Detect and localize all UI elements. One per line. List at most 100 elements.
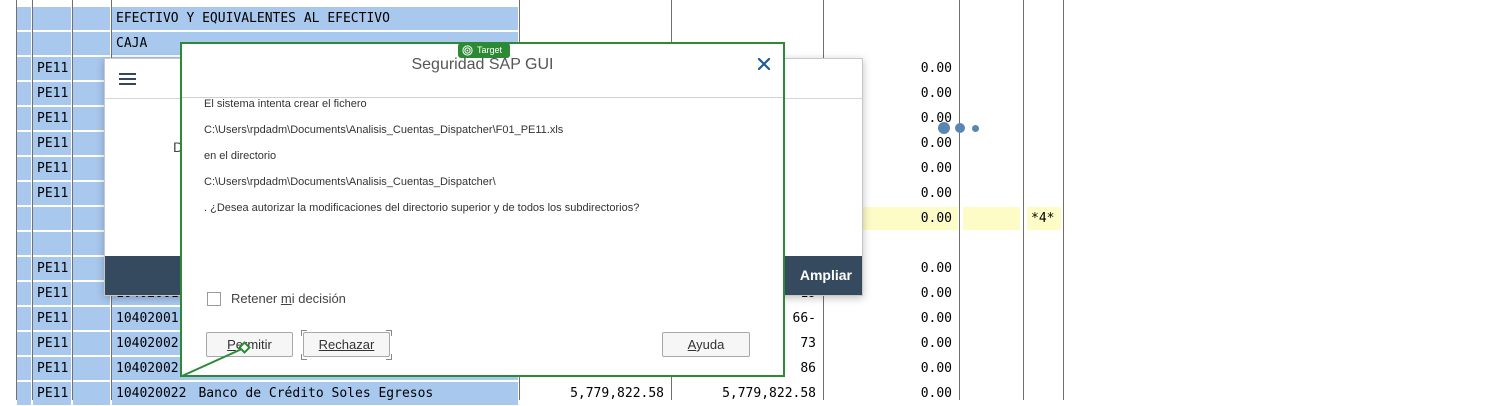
account-text: EFECTIVO Y EQUIVALENTES AL EFECTIVO bbox=[116, 11, 390, 26]
busy-indicator-icon bbox=[938, 122, 982, 134]
empty-cell bbox=[17, 282, 31, 305]
empty-cell bbox=[963, 32, 1020, 55]
empty-cell bbox=[17, 207, 31, 230]
empty-cell bbox=[17, 232, 31, 255]
rechazar-button[interactable]: Rechazar bbox=[303, 332, 390, 357]
empty-cell bbox=[73, 332, 110, 355]
company-code-cell: PE11 bbox=[33, 182, 71, 205]
amount-cell bbox=[824, 32, 958, 55]
empty-cell bbox=[963, 182, 1020, 205]
flag-cell bbox=[1027, 82, 1061, 105]
flag-cell bbox=[1027, 132, 1061, 155]
account-number: 10402002 bbox=[116, 361, 179, 376]
empty-cell bbox=[17, 157, 31, 180]
company-code-cell: PE11 bbox=[33, 157, 71, 180]
ayuda-button[interactable]: Ayuda bbox=[662, 332, 750, 357]
account-number: 104020022 bbox=[116, 386, 187, 401]
empty-cell bbox=[73, 382, 110, 405]
flag-cell bbox=[1027, 282, 1061, 305]
company-code-cell: PE11 bbox=[33, 107, 71, 130]
empty-cell bbox=[17, 307, 31, 330]
empty-cell bbox=[17, 357, 31, 380]
company-code-cell: PE11 bbox=[33, 257, 71, 280]
amount-cell: 5,779,822.58 bbox=[570, 386, 664, 401]
company-code-cell bbox=[33, 32, 71, 55]
focus-bracket bbox=[301, 330, 307, 336]
company-code-cell: PE11 bbox=[33, 307, 71, 330]
amount-cell: 0.00 bbox=[920, 361, 952, 376]
flag-cell bbox=[1027, 157, 1061, 180]
empty-cell bbox=[963, 157, 1020, 180]
amount-cell bbox=[520, 7, 670, 30]
empty-cell bbox=[17, 257, 31, 280]
empty-cell bbox=[963, 382, 1020, 405]
retain-decision-checkbox[interactable] bbox=[207, 292, 221, 306]
amount-cell bbox=[672, 7, 822, 30]
flag-cell bbox=[1027, 232, 1061, 255]
company-code-cell: PE11 bbox=[33, 357, 71, 380]
company-code-cell: PE11 bbox=[33, 332, 71, 355]
amount-cell: 0.00 bbox=[920, 336, 952, 351]
empty-cell bbox=[17, 57, 31, 80]
flag-cell bbox=[1027, 32, 1061, 55]
account-text: CAJA bbox=[116, 36, 148, 51]
account-cell: EFECTIVO Y EQUIVALENTES AL EFECTIVO bbox=[112, 7, 518, 30]
empty-cell bbox=[17, 382, 31, 405]
empty-cell bbox=[17, 32, 31, 55]
flag-cell bbox=[1027, 257, 1061, 280]
flag-cell: *4* bbox=[1027, 207, 1061, 230]
empty-cell bbox=[963, 82, 1020, 105]
close-icon[interactable] bbox=[755, 55, 773, 73]
flag-cell bbox=[1027, 107, 1061, 130]
message-line: El sistema intenta crear el fichero bbox=[204, 98, 367, 110]
empty-cell bbox=[963, 332, 1020, 355]
account-number: 10402002 bbox=[116, 336, 179, 351]
empty-cell bbox=[17, 7, 31, 30]
amount-cell: 0.00 bbox=[920, 311, 952, 326]
flag-cell bbox=[1027, 7, 1061, 30]
empty-cell bbox=[963, 282, 1020, 305]
target-label: Target bbox=[477, 45, 503, 55]
flag-cell bbox=[1027, 57, 1061, 80]
account-number: 10402001 bbox=[116, 311, 179, 326]
empty-cell bbox=[963, 357, 1020, 380]
company-code-cell: PE11 bbox=[33, 57, 71, 80]
table-row[interactable]: EFECTIVO Y EQUIVALENTES AL EFECTIVO bbox=[0, 6, 1064, 31]
empty-cell bbox=[17, 132, 31, 155]
focus-bracket bbox=[386, 354, 392, 360]
message-directory-path: C:\Users\rpdadm\Documents\Analisis_Cuent… bbox=[204, 176, 496, 188]
retain-decision-label: Retener mi decisión bbox=[231, 291, 346, 306]
empty-cell bbox=[963, 307, 1020, 330]
empty-cell bbox=[17, 82, 31, 105]
empty-cell bbox=[17, 332, 31, 355]
flag-cell bbox=[1027, 382, 1061, 405]
dialog-title: Seguridad SAP GUI bbox=[411, 56, 554, 73]
company-code-cell bbox=[33, 207, 71, 230]
account-text: Banco de Crédito Soles Egresos bbox=[198, 386, 434, 401]
menu-icon[interactable] bbox=[119, 73, 136, 85]
table-row[interactable]: PE11 104020022 Banco de Crédito Soles Egre… bbox=[0, 381, 1064, 406]
empty-cell bbox=[17, 107, 31, 130]
amount-cell bbox=[824, 7, 958, 30]
ampliar-button[interactable]: Ampliar bbox=[800, 256, 852, 295]
flag-cell bbox=[1027, 307, 1061, 330]
amount-cell: 0.00 bbox=[920, 386, 952, 401]
empty-cell bbox=[963, 257, 1020, 280]
company-code-cell: PE11 bbox=[33, 82, 71, 105]
flag-cell bbox=[1027, 332, 1061, 355]
focus-bracket bbox=[301, 354, 307, 360]
focus-bracket bbox=[386, 330, 392, 336]
empty-cell bbox=[963, 132, 1020, 155]
empty-cell bbox=[73, 7, 110, 30]
company-code-cell: PE11 bbox=[33, 132, 71, 155]
target-icon bbox=[462, 45, 473, 56]
empty-cell bbox=[963, 232, 1020, 255]
account-cell: 104020022 Banco de Crédito Soles Egresos bbox=[112, 382, 518, 405]
company-code-cell: PE11 bbox=[33, 282, 71, 305]
empty-cell bbox=[963, 7, 1020, 30]
empty-cell bbox=[73, 307, 110, 330]
company-code-cell bbox=[33, 7, 71, 30]
target-badge: Target bbox=[458, 43, 510, 58]
target-pointer-icon bbox=[181, 341, 251, 377]
flag-cell bbox=[1027, 357, 1061, 380]
